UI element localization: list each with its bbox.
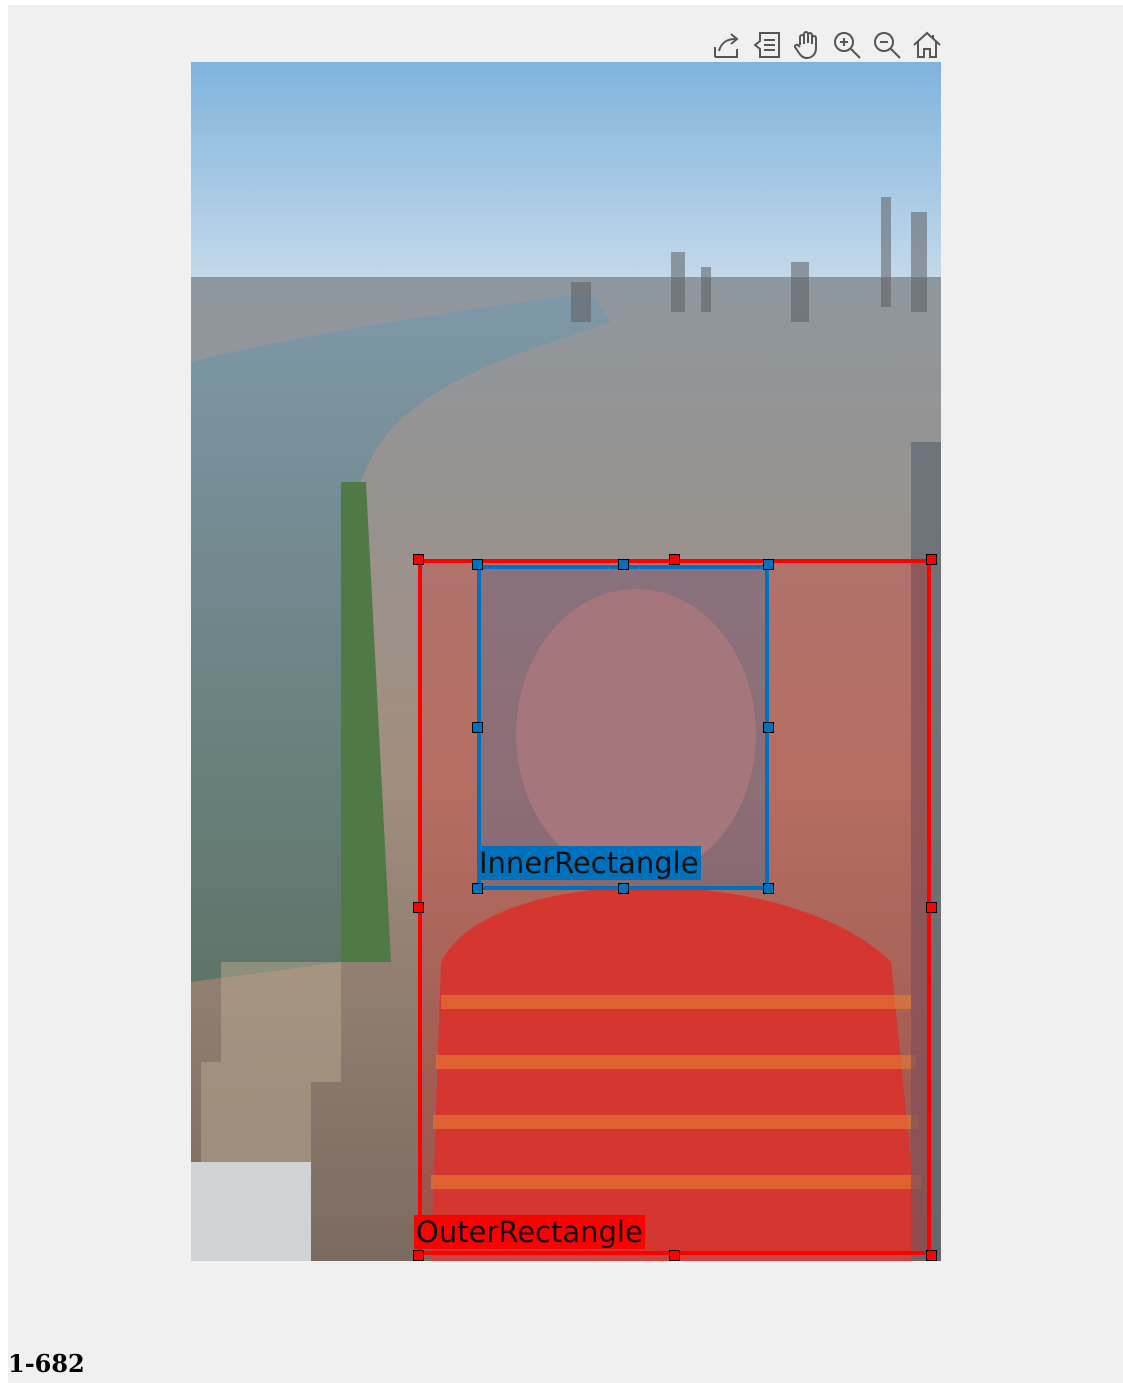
home-button[interactable] <box>908 26 946 64</box>
pan-button[interactable] <box>788 26 826 64</box>
outer-roi-handle-mid-left[interactable] <box>413 902 424 913</box>
outer-roi-handle-bottom-left[interactable] <box>413 1250 424 1261</box>
inner-rectangle-label: InnerRectangle <box>477 846 701 880</box>
axes-toolbar <box>708 25 946 65</box>
inner-rectangle-roi[interactable] <box>477 565 769 890</box>
zoom-out-icon <box>874 32 901 59</box>
inner-roi-handle-bottom-right[interactable] <box>763 883 774 894</box>
zoom-in-icon <box>834 32 861 59</box>
caption-label: 1-682 <box>8 1349 85 1378</box>
figure-window: InnerRectangle OuterRectangle <box>8 5 1123 1383</box>
outer-roi-handle-mid-right[interactable] <box>926 902 937 913</box>
data-tips-icon <box>753 32 780 58</box>
export-button[interactable] <box>708 26 746 64</box>
pan-hand-icon <box>794 31 817 60</box>
outer-roi-handle-bottom-mid[interactable] <box>669 1250 680 1261</box>
outer-roi-handle-top-right[interactable] <box>926 554 937 565</box>
zoom-in-button[interactable] <box>828 26 866 64</box>
outer-roi-handle-top-mid[interactable] <box>669 554 680 565</box>
inner-roi-handle-mid-right[interactable] <box>763 722 774 733</box>
image-axes[interactable]: InnerRectangle OuterRectangle <box>191 62 941 1261</box>
inner-roi-handle-bottom-left[interactable] <box>472 883 483 894</box>
outer-roi-handle-top-left[interactable] <box>413 554 424 565</box>
home-icon <box>913 31 941 58</box>
zoom-out-button[interactable] <box>868 26 906 64</box>
outer-roi-handle-bottom-right[interactable] <box>926 1250 937 1261</box>
export-icon <box>714 33 739 58</box>
inner-roi-handle-top-mid[interactable] <box>618 559 629 570</box>
inner-roi-handle-bottom-mid[interactable] <box>618 883 629 894</box>
inner-roi-handle-mid-left[interactable] <box>472 722 483 733</box>
outer-rectangle-label: OuterRectangle <box>414 1215 645 1249</box>
data-tips-button[interactable] <box>748 26 786 64</box>
inner-roi-handle-top-left[interactable] <box>472 559 483 570</box>
inner-roi-handle-top-right[interactable] <box>763 559 774 570</box>
